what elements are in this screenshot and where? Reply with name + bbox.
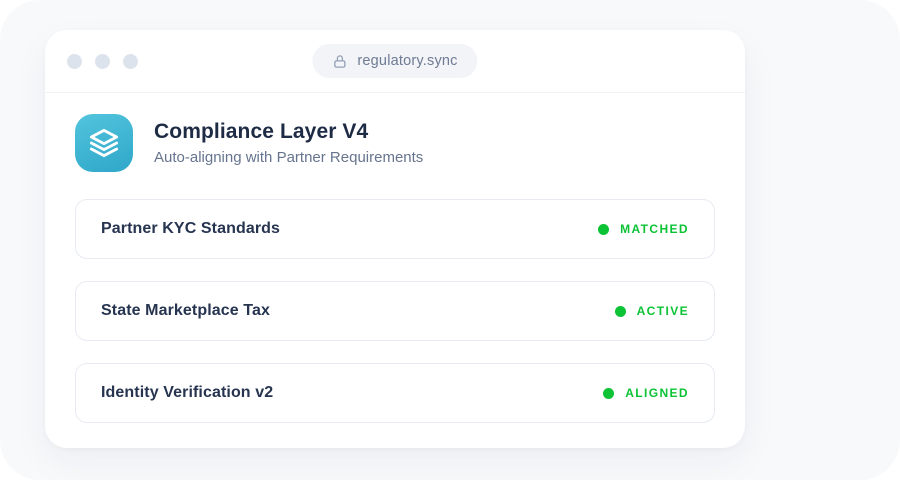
window-controls [67,54,138,69]
layers-icon [88,127,120,159]
address-url: regulatory.sync [357,53,457,69]
compliance-list: Partner KYC Standards MATCHED State Mark… [75,199,715,423]
lock-icon [332,54,347,69]
app-icon [75,114,133,172]
status-text: MATCHED [620,222,689,236]
status-badge: ACTIVE [615,304,689,318]
status-dot-icon [603,388,614,399]
browser-titlebar: regulatory.sync [45,30,745,93]
status-dot-icon [598,224,609,235]
page-title: Compliance Layer V4 [154,120,423,144]
status-badge: MATCHED [598,222,689,236]
address-bar[interactable]: regulatory.sync [312,44,477,78]
status-dot-icon [615,306,626,317]
status-text: ACTIVE [637,304,689,318]
browser-window: regulatory.sync Compliance Layer V4 [45,30,745,448]
list-item-partner-kyc[interactable]: Partner KYC Standards MATCHED [75,199,715,259]
app-header-titles: Compliance Layer V4 Auto-aligning with P… [154,120,423,166]
list-item-identity-verification[interactable]: Identity Verification v2 ALIGNED [75,363,715,423]
page-subtitle: Auto-aligning with Partner Requirements [154,149,423,166]
window-control-dot-2[interactable] [95,54,110,69]
page-background: regulatory.sync Compliance Layer V4 [0,0,900,480]
window-control-dot-1[interactable] [67,54,82,69]
item-label: State Marketplace Tax [101,302,270,320]
main-content: Compliance Layer V4 Auto-aligning with P… [45,93,745,423]
app-header: Compliance Layer V4 Auto-aligning with P… [75,114,715,172]
list-item-marketplace-tax[interactable]: State Marketplace Tax ACTIVE [75,281,715,341]
status-text: ALIGNED [625,386,689,400]
status-badge: ALIGNED [603,386,689,400]
window-control-dot-3[interactable] [123,54,138,69]
item-label: Identity Verification v2 [101,384,273,402]
item-label: Partner KYC Standards [101,220,280,238]
